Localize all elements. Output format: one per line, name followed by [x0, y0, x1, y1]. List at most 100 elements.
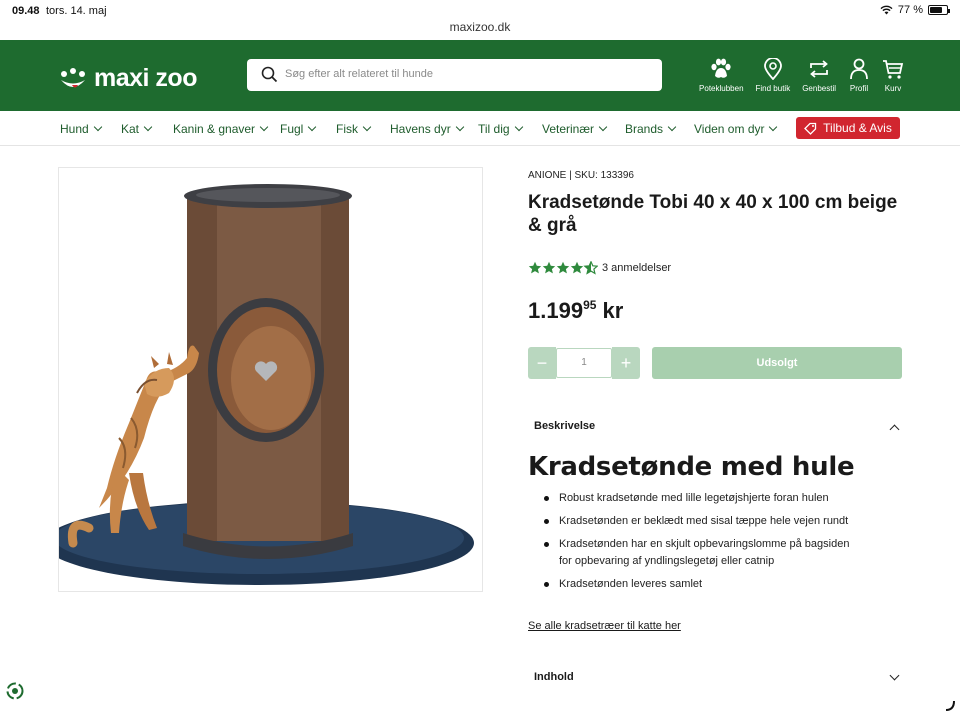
nav-item-hund[interactable]: Hund: [60, 122, 102, 136]
star-icon: [583, 261, 598, 275]
location-pin-icon: [763, 58, 782, 80]
nav-label: Havens dyr: [390, 122, 451, 136]
star-rating-icon: [528, 261, 598, 275]
chevron-down-icon: [889, 670, 900, 681]
chevron-down-icon: [362, 122, 372, 132]
site-header: maxi zoo Søg efter alt relateret til hun…: [0, 40, 960, 111]
nav-label: Kat: [121, 122, 140, 136]
nav-label: Veterinær: [542, 122, 595, 136]
find-store-button[interactable]: Find butik: [755, 58, 791, 93]
recycle-icon: [6, 682, 24, 700]
wifi-icon: [880, 5, 893, 15]
status-time: 09.48: [12, 5, 40, 17]
cart-button[interactable]: Kurv: [882, 58, 904, 93]
recycle-widget[interactable]: [5, 681, 25, 706]
url-text: maxizoo.dk: [449, 20, 511, 34]
profile-icon: [850, 58, 868, 80]
bullet-item: Kradsetønden har en skjult opbevaringslo…: [544, 536, 864, 570]
contents-accordion-header[interactable]: Indhold: [528, 669, 902, 689]
price-cents: 95: [583, 298, 597, 312]
contents-header: Indhold: [534, 671, 574, 683]
bullet-item: Kradsetønden er beklædt med sisal tæppe …: [544, 513, 864, 530]
paw-icon: [711, 58, 731, 78]
quantity-increase-button[interactable]: +: [612, 347, 640, 379]
logo[interactable]: maxi zoo: [58, 64, 197, 93]
description-title: Kradsetønde med hule: [528, 452, 855, 482]
nav-label: Fisk: [336, 122, 358, 136]
see-all-scratching-posts-link[interactable]: Se alle kradsetræer til katte her: [528, 620, 681, 632]
sold-out-button[interactable]: Udsolgt: [652, 347, 902, 379]
nav-label: Hund: [60, 122, 89, 136]
price-main: 1.199: [528, 298, 584, 323]
star-icon: [556, 261, 570, 274]
reorder-label: Genbestil: [802, 84, 836, 93]
plus-icon: +: [620, 352, 632, 373]
chevron-down-icon: [93, 122, 102, 132]
chevron-down-icon: [143, 122, 153, 132]
description-header: Beskrivelse: [534, 420, 596, 432]
quantity-input[interactable]: 1: [556, 348, 612, 378]
profile-label: Profil: [849, 84, 869, 93]
reorder-button[interactable]: Genbestil: [802, 58, 836, 93]
status-right: 77 %: [880, 4, 950, 16]
nav-label: Viden om dyr: [694, 122, 765, 136]
reorder-icon: [810, 60, 828, 78]
chevron-down-icon: [308, 122, 317, 132]
nav-item-til-dig[interactable]: Til dig: [478, 122, 523, 136]
review-count: 3 anmeldelser: [602, 262, 672, 274]
price-currency: kr: [602, 298, 624, 323]
description-bullets: Robust kradsetønde med lille legetøjshje…: [544, 490, 864, 599]
nav-item-brands[interactable]: Brands: [625, 122, 677, 136]
quantity-decrease-button[interactable]: −: [528, 347, 556, 379]
nav-item-kat[interactable]: Kat: [121, 122, 153, 136]
bullet-item: Robust kradsetønde med lille legetøjshje…: [544, 490, 864, 507]
nav-label: Brands: [625, 122, 664, 136]
search-icon: [261, 66, 278, 83]
star-icon: [528, 261, 542, 274]
chevron-down-icon: [514, 122, 523, 132]
find-store-label: Find butik: [755, 84, 791, 93]
product-image[interactable]: [58, 167, 483, 592]
star-icon: [542, 261, 556, 274]
nav-item-kanin[interactable]: Kanin & gnaver: [173, 122, 269, 136]
chevron-down-icon: [598, 122, 608, 132]
cart-label: Kurv: [884, 84, 902, 93]
product-price: 1.19995 kr: [528, 298, 623, 324]
poteklubben-label: Poteklubben: [699, 84, 744, 93]
status-date: tors. 14. maj: [46, 5, 107, 17]
battery-percent: 77 %: [897, 4, 923, 16]
poteklubben-button[interactable]: Poteklubben: [699, 58, 744, 93]
offers-button[interactable]: Tilbud & Avis: [796, 117, 900, 139]
nav-label: Kanin & gnaver: [173, 122, 256, 136]
battery-icon: [928, 5, 950, 15]
nav-label: Fugl: [280, 122, 304, 136]
minus-icon: −: [536, 352, 548, 373]
cart-icon: [883, 60, 904, 79]
nav-item-fisk[interactable]: Fisk: [336, 122, 372, 136]
nav-item-viden[interactable]: Viden om dyr: [694, 122, 778, 136]
offers-label: Tilbud & Avis: [823, 121, 892, 135]
chevron-down-icon: [455, 122, 464, 132]
nav-item-fugl[interactable]: Fugl: [280, 122, 317, 136]
hook-icon: [944, 699, 956, 717]
description-accordion-header[interactable]: Beskrivelse: [528, 418, 902, 438]
url-bar[interactable]: maxizoo.dk: [0, 18, 960, 40]
chevron-down-icon: [769, 122, 778, 132]
chevron-up-icon: [889, 424, 900, 435]
logo-text: maxi zoo: [94, 64, 197, 92]
bullet-item: Kradsetønden leveres samlet: [544, 576, 864, 593]
product-photo: [59, 184, 474, 585]
search-input[interactable]: Søg efter alt relateret til hunde: [247, 59, 662, 91]
logo-mark-icon: [61, 67, 85, 87]
chevron-down-icon: [259, 122, 269, 132]
nav-label: Til dig: [478, 122, 510, 136]
tag-icon: [804, 122, 817, 135]
profile-button[interactable]: Profil: [848, 58, 870, 93]
nav-item-havens-dyr[interactable]: Havens dyr: [390, 122, 464, 136]
product-rating[interactable]: 3 anmeldelser: [528, 261, 671, 275]
star-icon: [570, 261, 584, 274]
product-meta: ANIONE | SKU: 133396: [528, 170, 634, 181]
nav-item-veterinaer[interactable]: Veterinær: [542, 122, 608, 136]
chevron-down-icon: [667, 122, 677, 132]
header-actions: Poteklubben Find butik Genbestil Profil …: [699, 58, 904, 93]
